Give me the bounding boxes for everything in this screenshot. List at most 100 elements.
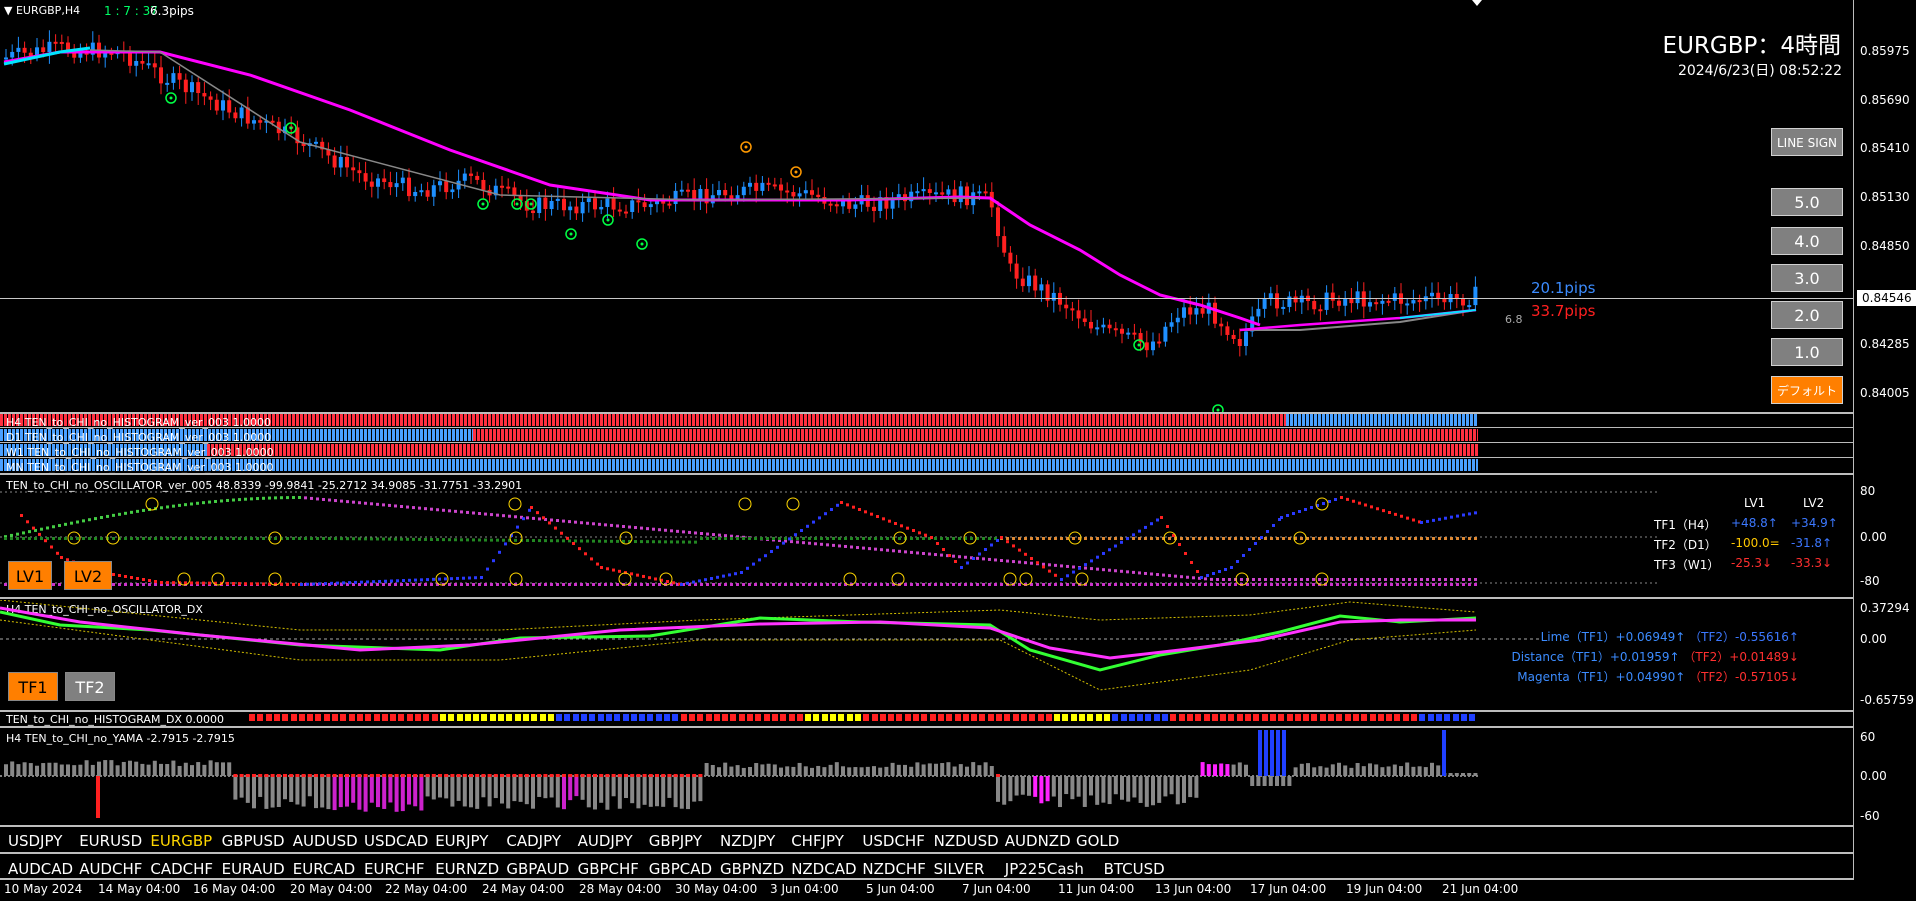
symbol-link[interactable]: AUDJPY <box>578 832 633 850</box>
osc-row-label: TF3（W1） <box>1654 558 1720 572</box>
dx-row-name: Distance（TF1） <box>1511 650 1610 664</box>
symbol-link[interactable]: AUDUSD <box>293 832 358 850</box>
price-chart[interactable] <box>0 0 1853 412</box>
level-1-button[interactable]: 1.0 <box>1771 338 1843 366</box>
time-tick: 24 May 04:00 <box>482 882 565 896</box>
symbol-link[interactable]: GBPJPY <box>649 832 702 850</box>
symbol-link[interactable]: CADJPY <box>506 832 561 850</box>
symbol-link[interactable]: USDJPY <box>8 832 62 850</box>
tf1-button[interactable]: TF1 <box>8 672 58 701</box>
symbol-link[interactable]: EURJPY <box>435 832 488 850</box>
yama-tick: -60 <box>1860 809 1880 823</box>
symbol-link[interactable]: GBPNZD <box>720 860 784 878</box>
dx-tick: 0.37294 <box>1860 601 1910 615</box>
symbol-link[interactable]: GBPCHF <box>578 860 639 878</box>
pane-separator[interactable] <box>0 852 1853 854</box>
price-tick: 0.84285 <box>1860 337 1910 351</box>
histogram-pane: H4 TEN_to_CHI_no_HISTOGRAM_ver_003 1.000… <box>0 414 1853 474</box>
symbol-link[interactable]: NZDCHF <box>862 860 925 878</box>
dx-row: Distance（TF1）+0.01959↑ （TF2）+0.01489↓ <box>1511 648 1799 665</box>
symbol-link[interactable]: EURCAD <box>293 860 355 878</box>
current-price-label: 0.84546 <box>1862 291 1912 305</box>
pips-red: 33.7pips <box>1531 302 1596 320</box>
dx-tick: 0.00 <box>1860 632 1887 646</box>
yama-tick: 60 <box>1860 730 1876 744</box>
pane-separator[interactable] <box>0 825 1853 827</box>
time-tick: 19 Jun 04:00 <box>1346 882 1423 896</box>
symbol-link[interactable]: AUDCAD <box>8 860 73 878</box>
time-tick: 30 May 04:00 <box>675 882 758 896</box>
symbol-link[interactable]: AUDNZD <box>1005 832 1071 850</box>
osc-row-lv2: +34.9↑ <box>1791 516 1838 530</box>
symbol-link[interactable]: CHFJPY <box>791 832 844 850</box>
default-button[interactable]: デフォルト <box>1771 376 1843 404</box>
lv1-button[interactable]: LV1 <box>8 561 52 590</box>
symbol-row-2: AUDCAD AUDCHF CADCHF EURAUD EURCAD EURCHF EURN… <box>0 858 1853 880</box>
dx-row-name: Lime（TF1） <box>1540 630 1616 644</box>
osc-tick: -80 <box>1860 574 1880 588</box>
symbol-link[interactable]: AUDCHF <box>79 860 142 878</box>
dx-row-tf1: +0.01959↑ <box>1609 650 1680 664</box>
symbol-link[interactable]: NZDJPY <box>720 832 775 850</box>
pane-separator[interactable] <box>0 710 1853 712</box>
symbol-link[interactable]: JP225Cash <box>1005 860 1084 878</box>
tf2-button[interactable]: TF2 <box>65 672 115 701</box>
symbol-link[interactable]: NZDCAD <box>791 860 856 878</box>
pips-blue: 20.1pips <box>1531 279 1596 297</box>
price-tick: 0.84850 <box>1860 239 1910 253</box>
symbol-link[interactable]: USDCHF <box>862 832 924 850</box>
symbol-link[interactable]: SILVER <box>934 860 985 878</box>
price-tick: 0.84005 <box>1860 386 1910 400</box>
oscillator-chart[interactable] <box>0 476 1853 594</box>
lv2-button[interactable]: LV2 <box>64 561 112 590</box>
symbol-link[interactable]: EURUSD <box>79 832 142 850</box>
dx-row: Lime（TF1）+0.06949↑ （TF2）-0.55616↑ <box>1541 628 1799 645</box>
osc-row-lv2: -31.8↑ <box>1791 536 1833 550</box>
osc-row-lv2: -33.3↓ <box>1791 556 1833 570</box>
symbol-row-1: USDJPY EURUSD EURGBP GBPUSD AUDUSD USDCAD EURJ… <box>0 830 1853 852</box>
level-3-button[interactable]: 3.0 <box>1771 264 1843 292</box>
histogram-dx-title: TEN_to_CHI_no_HISTOGRAM_DX 0.0000 <box>6 713 224 726</box>
symbol-link[interactable]: EURCHF <box>364 860 425 878</box>
level-2-button[interactable]: 2.0 <box>1771 301 1843 329</box>
osc-table-lv1-header: LV1 <box>1744 496 1766 510</box>
dx-row-tf1: +0.04990↑ <box>1615 670 1686 684</box>
symbol-link[interactable]: EURNZD <box>435 860 499 878</box>
pane-separator[interactable] <box>0 473 1853 475</box>
price-tick: 0.85690 <box>1860 93 1910 107</box>
symbol-link[interactable]: EURAUD <box>222 860 285 878</box>
time-tick: 14 May 04:00 <box>98 882 181 896</box>
time-tick: 28 May 04:00 <box>579 882 662 896</box>
symbol-link[interactable]: BTCUSD <box>1104 860 1165 878</box>
symbol-link[interactable]: GBPCAD <box>649 860 712 878</box>
time-tick: 10 May 2024 <box>4 882 83 896</box>
dx-row-tf2: （TF2）+0.01489↓ <box>1683 650 1799 664</box>
symbol-link[interactable]: GBPAUD <box>506 860 569 878</box>
pips-gray: 6.8 <box>1505 313 1523 326</box>
symbol-link[interactable]: NZDUSD <box>934 832 999 850</box>
yama-tick: 0.00 <box>1860 769 1887 783</box>
dx-row-name: Magenta（TF1） <box>1517 670 1616 684</box>
yama-chart[interactable] <box>0 728 1853 824</box>
symbol-link[interactable]: CADCHF <box>150 860 213 878</box>
time-tick: 17 Jun 04:00 <box>1250 882 1327 896</box>
pane-separator[interactable] <box>0 597 1853 599</box>
price-tick: 0.85130 <box>1860 190 1910 204</box>
symbol-link[interactable]: GBPUSD <box>222 832 285 850</box>
time-tick: 21 Jun 04:00 <box>1442 882 1519 896</box>
dx-row-tf2: （TF2）-0.55616↑ <box>1689 630 1799 644</box>
symbol-link[interactable]: USDCAD <box>364 832 428 850</box>
symbol-link[interactable]: GOLD <box>1076 832 1119 850</box>
level-4-button[interactable]: 4.0 <box>1771 227 1843 255</box>
time-tick: 3 Jun 04:00 <box>770 882 839 896</box>
line-sign-button[interactable]: LINE SIGN <box>1771 128 1843 156</box>
price-tick: 0.85410 <box>1860 141 1910 155</box>
dx-row-tf2: （TF2）-0.57105↓ <box>1689 670 1799 684</box>
pane-separator[interactable] <box>0 878 1853 880</box>
price-axis-divider <box>1853 0 1854 880</box>
time-tick: 20 May 04:00 <box>290 882 373 896</box>
current-price-line <box>0 298 1853 299</box>
osc-row-lv1: +48.8↑ <box>1731 516 1778 530</box>
symbol-link[interactable]: EURGBP <box>150 832 212 850</box>
level-5-button[interactable]: 5.0 <box>1771 188 1843 216</box>
